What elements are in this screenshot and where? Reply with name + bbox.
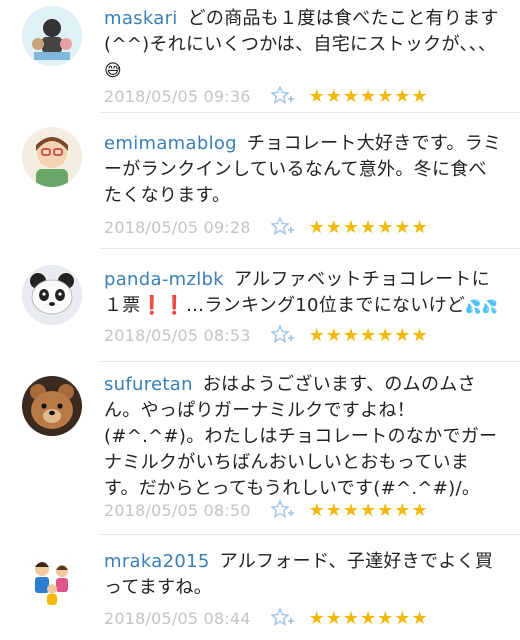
comment-item: panda-mzlbk アルファベットチョコレートに１票❗❗…ランキング10位まで… bbox=[0, 249, 520, 361]
comment-body: maskari どの商品も１度は食べたこと有ります(^^)それにいくつかは、自宅に… bbox=[104, 6, 502, 84]
comment-meta: 2018/05/05 08:53 ★★★★★★★ bbox=[104, 323, 429, 347]
comment-item: emimamablog チョコレート大好きです。ラミーがランクインしているなんて意… bbox=[0, 113, 520, 248]
comment-body: sufuretan おはようございます、のムのムさん。やっぱりガーナミルクですよね… bbox=[104, 372, 502, 502]
comment-meta: 2018/05/05 08:50 ★★★★★★★ bbox=[104, 498, 429, 522]
teddy-bear-avatar-icon[interactable] bbox=[22, 376, 82, 436]
comment-meta: 2018/05/05 09:36 ★★★★★★★ bbox=[104, 84, 429, 108]
add-star-button[interactable] bbox=[270, 86, 295, 106]
star-rating: ★★★★★★★ bbox=[308, 85, 429, 107]
star-plus-icon bbox=[270, 86, 294, 104]
username-link[interactable]: panda-mzlbk bbox=[104, 269, 224, 290]
add-star-button[interactable] bbox=[270, 217, 295, 237]
panda-avatar-icon[interactable] bbox=[22, 265, 82, 325]
comment-body: panda-mzlbk アルファベットチョコレートに１票❗❗…ランキング10位まで… bbox=[104, 267, 502, 321]
star-plus-icon bbox=[270, 325, 294, 343]
timestamp: 2018/05/05 09:36 bbox=[104, 86, 251, 106]
family-avatar-icon[interactable] bbox=[22, 551, 82, 611]
sweat-smile-emoji-icon: 😅 bbox=[104, 61, 123, 81]
star-rating: ★★★★★★★ bbox=[308, 324, 429, 346]
user-avatar-icon[interactable] bbox=[22, 6, 82, 66]
comment-meta: 2018/05/05 08:44 ★★★★★★★ bbox=[104, 606, 429, 630]
add-star-button[interactable] bbox=[270, 608, 295, 628]
star-rating: ★★★★★★★ bbox=[308, 499, 429, 521]
username-link[interactable]: maskari bbox=[104, 8, 178, 29]
username-link[interactable]: mraka2015 bbox=[104, 551, 210, 572]
comment-text: …ランキング10位までにないけど bbox=[186, 295, 466, 316]
timestamp: 2018/05/05 08:53 bbox=[104, 325, 251, 345]
user-avatar-icon[interactable] bbox=[22, 127, 82, 187]
exclamation-emoji-icon: ❗❗ bbox=[140, 295, 187, 316]
comment-item: sufuretan おはようございます、のムのムさん。やっぱりガーナミルクですよね… bbox=[0, 362, 520, 534]
timestamp: 2018/05/05 09:28 bbox=[104, 217, 251, 237]
comment-item: mraka2015 アルフォード、子達好きでよく買ってますね。 2018/05/0… bbox=[0, 535, 520, 640]
star-rating: ★★★★★★★ bbox=[308, 216, 429, 238]
username-link[interactable]: emimamablog bbox=[104, 133, 237, 154]
star-plus-icon bbox=[270, 500, 294, 518]
star-rating: ★★★★★★★ bbox=[308, 607, 429, 629]
add-star-button[interactable] bbox=[270, 325, 295, 345]
comment-body: emimamablog チョコレート大好きです。ラミーがランクインしているなんて意… bbox=[104, 131, 502, 209]
comment-body: mraka2015 アルフォード、子達好きでよく買ってますね。 bbox=[104, 549, 502, 601]
comment-item: maskari どの商品も１度は食べたこと有ります(^^)それにいくつかは、自宅に… bbox=[0, 0, 520, 112]
star-plus-icon bbox=[270, 217, 294, 235]
sweat-drops-emoji-icon: 💦💦 bbox=[465, 300, 499, 315]
timestamp: 2018/05/05 08:44 bbox=[104, 608, 251, 628]
timestamp: 2018/05/05 08:50 bbox=[104, 500, 251, 520]
star-plus-icon bbox=[270, 608, 294, 626]
comment-meta: 2018/05/05 09:28 ★★★★★★★ bbox=[104, 215, 429, 239]
username-link[interactable]: sufuretan bbox=[104, 374, 193, 395]
comment-list: maskari どの商品も１度は食べたこと有ります(^^)それにいくつかは、自宅に… bbox=[0, 0, 520, 640]
add-star-button[interactable] bbox=[270, 500, 295, 520]
